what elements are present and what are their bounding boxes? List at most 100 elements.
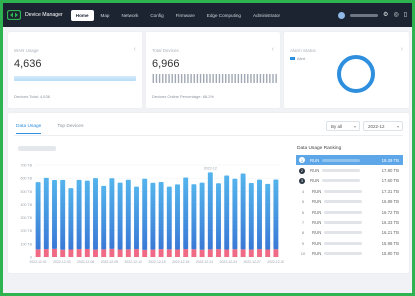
bar-segment[interactable] (150, 182, 156, 250)
bar-segment[interactable] (191, 184, 197, 250)
bar-segment-base[interactable] (43, 249, 49, 257)
bar-segment-base[interactable] (60, 249, 66, 257)
bar-segment-base[interactable] (142, 249, 148, 257)
bar-segment[interactable] (76, 179, 82, 250)
bar-segment[interactable] (93, 178, 98, 250)
ranking-row[interactable]: 8 RUN 16.21 TB (296, 228, 403, 238)
bar-segment-base[interactable] (101, 249, 107, 257)
settings-icon[interactable]: ⚙ (383, 12, 388, 18)
user-avatar-icon[interactable] (338, 11, 346, 19)
bar-segment-base[interactable] (166, 249, 172, 257)
chevron-left-icon[interactable]: ‹ (272, 46, 274, 53)
mini-bar (247, 74, 249, 83)
bar-segment[interactable] (142, 178, 148, 250)
nav-item-network[interactable]: Network (116, 10, 143, 21)
x-tick-label: 2022-12-18 (172, 260, 189, 264)
bar-segment-base[interactable] (117, 249, 123, 257)
ranking-row[interactable]: 6 RUN 16.72 TB (296, 207, 403, 217)
bar-segment[interactable] (166, 186, 172, 250)
bar-segment-base[interactable] (216, 249, 221, 257)
bar-segment-base[interactable] (158, 249, 164, 257)
card-title: Total Devices (152, 48, 179, 53)
month-select[interactable]: 2022-12 ▾ (363, 121, 403, 131)
ranking-row[interactable]: 4 RUN 17.31 TB (296, 186, 403, 196)
ranking-row[interactable]: 7 RUN 16.33 TB (296, 217, 403, 227)
usage-value: 16.89 TB (381, 199, 399, 205)
bar-segment-base[interactable] (257, 249, 262, 257)
bar-segment-base[interactable] (224, 249, 230, 257)
total-devices-card: Total Devices ‹ 6,966 Devices Online Per… (146, 32, 280, 108)
ranking-row[interactable]: 10 RUN 15.80 TB (296, 249, 403, 259)
nav-item-administrator[interactable]: Administrator (248, 10, 285, 21)
bar-segment-base[interactable] (191, 249, 197, 257)
bar-segment-base[interactable] (273, 249, 279, 257)
bar-segment-base[interactable] (109, 248, 115, 257)
bar-segment[interactable] (52, 179, 57, 249)
bar-segment[interactable] (125, 179, 131, 250)
bar-segment-base[interactable] (52, 248, 57, 257)
app-logo-icon[interactable] (3, 3, 25, 27)
bar-segment-base[interactable] (134, 249, 139, 257)
bar-segment[interactable] (134, 186, 139, 250)
bar-segment-base[interactable] (68, 249, 74, 257)
card-footer: Devices Online Percentage: 68.2% (152, 94, 215, 99)
bar-segment[interactable] (43, 177, 49, 250)
chevron-left-icon[interactable]: ‹ (134, 46, 136, 53)
nav-item-config[interactable]: Config (145, 10, 168, 21)
bar-segment-base[interactable] (265, 249, 271, 257)
ranking-row[interactable]: 9 RUN 15.98 TB (296, 238, 403, 248)
notification-icon[interactable]: ▯ (404, 12, 407, 18)
bar-segment-base[interactable] (84, 248, 90, 257)
help-icon[interactable]: ◎ (393, 12, 398, 18)
bar-segment[interactable] (199, 182, 205, 250)
bar-segment-base[interactable] (93, 249, 98, 257)
bar-segment[interactable] (175, 184, 180, 250)
y-tick-label: 300 TB (20, 216, 32, 220)
bar-segment[interactable] (158, 181, 164, 250)
bar-segment-base[interactable] (199, 249, 205, 257)
bar-segment-base[interactable] (232, 249, 238, 257)
bar-segment-base[interactable] (240, 249, 246, 257)
tab-top-devices[interactable]: Top Devices (57, 124, 83, 134)
bar-segment[interactable] (265, 183, 271, 250)
user-name[interactable] (350, 13, 379, 17)
bar-segment-base[interactable] (207, 249, 213, 257)
device-name: RUN (310, 178, 320, 184)
tab-data-usage[interactable]: Data Usage (16, 124, 42, 134)
bar-segment-base[interactable] (35, 249, 41, 257)
bar-segment[interactable] (60, 179, 66, 250)
bar-segment-base[interactable] (76, 249, 82, 257)
nav-item-firmware[interactable]: Firmware (171, 10, 200, 21)
ranking-row[interactable]: 2 RUN 17.80 TB (296, 165, 403, 175)
nav-item-map[interactable]: Map (96, 10, 115, 21)
bar-segment[interactable] (68, 188, 74, 250)
bar-segment-base[interactable] (175, 249, 180, 257)
bar-segment-base[interactable] (125, 249, 131, 257)
bar-segment[interactable] (232, 178, 238, 250)
ranking-row[interactable]: 5 RUN 16.89 TB (296, 197, 403, 207)
bar-segment[interactable] (240, 173, 246, 250)
bar-segment[interactable] (257, 179, 262, 250)
bar-segment[interactable] (117, 182, 123, 250)
ranking-row[interactable]: 1 RUN 19.29 TB (296, 155, 403, 166)
nav-item-home[interactable]: Home (70, 9, 94, 21)
ranking-row[interactable]: 3 RUN 17.60 TB (296, 176, 403, 186)
bar-segment[interactable] (109, 178, 115, 249)
bar-segment[interactable] (183, 177, 189, 250)
bar-segment[interactable] (224, 175, 230, 250)
bar-segment-base[interactable] (183, 249, 189, 257)
bar-segment[interactable] (84, 180, 90, 249)
chevron-right-icon[interactable]: › (401, 46, 403, 53)
filter-select[interactable]: By all ▾ (326, 121, 360, 131)
nav-item-edge-computing[interactable]: Edge Computing (202, 10, 246, 21)
bar-segment[interactable] (273, 179, 279, 250)
mini-bar (243, 74, 246, 83)
bar-segment[interactable] (216, 183, 221, 250)
bar-segment[interactable] (101, 185, 107, 250)
bar-segment[interactable] (207, 172, 213, 250)
bar-segment-base[interactable] (150, 249, 156, 257)
bar-segment-base[interactable] (248, 249, 254, 257)
mini-bar (240, 74, 243, 83)
bar-segment[interactable] (35, 182, 41, 250)
bar-segment[interactable] (248, 183, 254, 250)
